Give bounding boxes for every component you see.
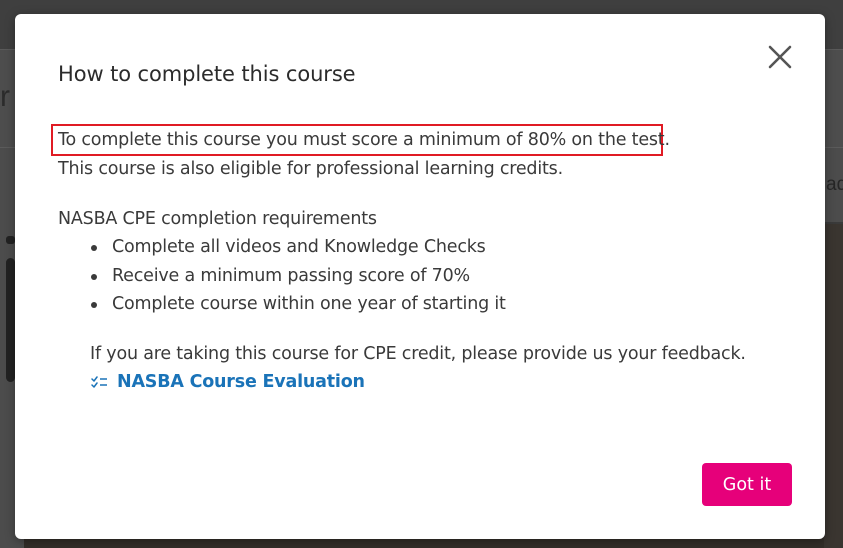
dialog-title: How to complete this course bbox=[58, 62, 356, 86]
eligibility-note: This course is also eligible for profess… bbox=[58, 159, 563, 179]
background-left-handle bbox=[6, 258, 15, 382]
passing-score-requirement: To complete this course you must score a… bbox=[58, 130, 670, 150]
feedback-prompt: If you are taking this course for CPE cr… bbox=[90, 344, 746, 364]
background-video-area bbox=[824, 224, 843, 548]
bullet-icon bbox=[91, 245, 97, 251]
list-item: Complete all videos and Knowledge Checks bbox=[91, 237, 506, 266]
requirement-text: Receive a minimum passing score of 70% bbox=[112, 265, 470, 286]
nasba-evaluation-link-label: NASBA Course Evaluation bbox=[117, 372, 365, 392]
background-left-handle-top bbox=[6, 236, 15, 244]
checklist-icon bbox=[91, 376, 107, 388]
course-completion-dialog: How to complete this course To complete … bbox=[15, 14, 825, 539]
bullet-icon bbox=[91, 302, 97, 308]
bullet-icon bbox=[91, 273, 97, 280]
got-it-button[interactable]: Got it bbox=[702, 463, 792, 506]
close-icon bbox=[768, 45, 792, 69]
requirement-text: Complete all videos and Knowledge Checks bbox=[112, 237, 486, 257]
nasba-evaluation-link[interactable]: NASBA Course Evaluation bbox=[91, 372, 365, 392]
nasba-requirements-heading: NASBA CPE completion requirements bbox=[58, 209, 377, 229]
background-side-text-fragment: ad bbox=[826, 174, 843, 195]
list-item: Receive a minimum passing score of 70% bbox=[91, 266, 506, 295]
close-button[interactable] bbox=[767, 44, 793, 70]
nasba-requirements-list: Complete all videos and Knowledge Checks… bbox=[91, 237, 506, 323]
list-item: Complete course within one year of start… bbox=[91, 294, 506, 323]
requirement-text: Complete course within one year of start… bbox=[112, 294, 506, 314]
